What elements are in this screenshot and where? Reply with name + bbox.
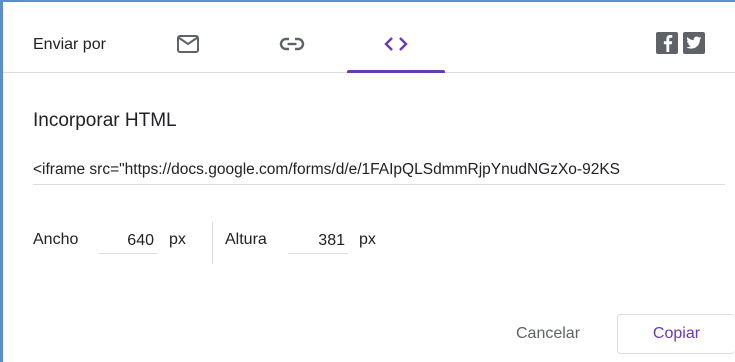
dimension-divider — [212, 222, 213, 264]
width-label: Ancho — [33, 231, 79, 248]
tab-link[interactable] — [243, 24, 341, 72]
width-unit: px — [169, 231, 186, 248]
height-input[interactable] — [288, 228, 348, 254]
height-unit: px — [359, 231, 376, 248]
copy-button[interactable]: Copiar — [617, 314, 735, 354]
tab-embed-html[interactable] — [347, 24, 445, 73]
code-icon — [384, 37, 408, 51]
tab-email[interactable] — [139, 24, 237, 72]
height-label: Altura — [225, 231, 267, 248]
twitter-icon — [686, 36, 702, 49]
share-twitter-button[interactable] — [683, 32, 705, 54]
cancel-button[interactable]: Cancelar — [499, 314, 597, 354]
send-via-label: Enviar por — [33, 36, 106, 53]
dialog-header: Enviar por — [3, 2, 735, 73]
embed-code-field[interactable] — [33, 156, 725, 185]
send-form-dialog: Enviar por Incorporar HTML <iframe src="… — [0, 0, 735, 362]
embed-html-title: Incorporar HTML — [33, 110, 177, 131]
email-icon — [177, 35, 199, 53]
selected-tab-indicator — [347, 70, 445, 73]
facebook-icon — [663, 35, 673, 52]
share-facebook-button[interactable] — [656, 32, 678, 54]
link-icon — [279, 37, 305, 51]
width-input[interactable] — [99, 228, 157, 254]
